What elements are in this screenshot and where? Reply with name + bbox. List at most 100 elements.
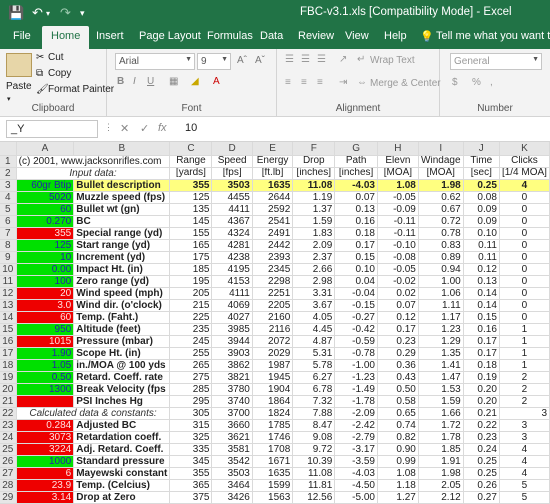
cell-f21[interactable]: 7.32: [292, 395, 336, 408]
cell-g9[interactable]: 0.15: [334, 251, 378, 264]
row-header[interactable]: 21: [0, 395, 17, 408]
row-header[interactable]: 14: [0, 311, 17, 324]
cell-c28[interactable]: 365: [169, 479, 213, 492]
cell-g21[interactable]: -1.78: [334, 395, 378, 408]
column-header-b[interactable]: B: [73, 142, 171, 156]
cell-i24[interactable]: 1.78: [418, 431, 464, 444]
cell-k13[interactable]: 0: [499, 299, 550, 312]
row-header[interactable]: 11: [0, 275, 17, 288]
cell-d12[interactable]: 4111: [211, 287, 253, 300]
cell-j14[interactable]: 0.15: [463, 311, 500, 324]
cell-g19[interactable]: -1.23: [334, 371, 378, 384]
paste-icon[interactable]: [6, 53, 32, 77]
cell-f9[interactable]: 2.37: [292, 251, 336, 264]
cell-j29[interactable]: 0.27: [463, 491, 500, 504]
cell-k21[interactable]: 2: [499, 395, 550, 408]
cell-d21[interactable]: 3740: [211, 395, 253, 408]
cell-j3[interactable]: 0.25: [463, 179, 500, 192]
column-header-h[interactable]: H: [377, 142, 419, 156]
cell-f3[interactable]: 11.08: [292, 179, 336, 192]
cell-a25[interactable]: 3224: [16, 443, 75, 456]
cell-g3[interactable]: -4.03: [334, 179, 378, 192]
cell-h17[interactable]: 0.29: [377, 347, 419, 360]
paste-button[interactable]: Paste: [6, 81, 32, 92]
row-header[interactable]: 12: [0, 287, 17, 300]
cell-a24[interactable]: 3073: [16, 431, 75, 444]
cell-f25[interactable]: 9.72: [292, 443, 336, 456]
cell-j28[interactable]: 0.26: [463, 479, 500, 492]
cell-i11[interactable]: 1.00: [418, 275, 464, 288]
cell-d29[interactable]: 3426: [211, 491, 253, 504]
cell-h11[interactable]: -0.02: [377, 275, 419, 288]
cell-k2[interactable]: [1/4 MOA]: [499, 167, 550, 180]
row-header[interactable]: 19: [0, 371, 17, 384]
cell-c16[interactable]: 245: [169, 335, 213, 348]
cell-a1[interactable]: (c) 2001, www.jacksonrifles.com: [16, 155, 171, 168]
cell-b23[interactable]: Adjusted BC: [73, 419, 171, 432]
cell-f11[interactable]: 2.98: [292, 275, 336, 288]
font-name-select[interactable]: Arial ▼: [115, 53, 195, 70]
cell-g2[interactable]: [inches]: [334, 167, 378, 180]
row-header[interactable]: 26: [0, 455, 17, 468]
cell-d17[interactable]: 3903: [211, 347, 253, 360]
cell-f1[interactable]: Drop: [292, 155, 336, 168]
cell-c23[interactable]: 315: [169, 419, 213, 432]
cell-d20[interactable]: 3780: [211, 383, 253, 396]
cell-h20[interactable]: 0.50: [377, 383, 419, 396]
cell-c6[interactable]: 145: [169, 215, 213, 228]
cell-e20[interactable]: 1904: [252, 383, 294, 396]
cell-e7[interactable]: 2491: [252, 227, 294, 240]
cell-b7[interactable]: Special range (yd): [73, 227, 171, 240]
cell-f27[interactable]: 11.08: [292, 467, 336, 480]
cell-i26[interactable]: 1.91: [418, 455, 464, 468]
fill-color-icon[interactable]: ◢: [191, 76, 199, 87]
cell-h29[interactable]: 1.27: [377, 491, 419, 504]
cell-i25[interactable]: 1.85: [418, 443, 464, 456]
cell-h27[interactable]: 1.08: [377, 467, 419, 480]
cell-k19[interactable]: 2: [499, 371, 550, 384]
cell-f19[interactable]: 6.27: [292, 371, 336, 384]
cell-h25[interactable]: 0.90: [377, 443, 419, 456]
cell-d5[interactable]: 4411: [211, 203, 253, 216]
cell-b4[interactable]: Muzzle speed (fps): [73, 191, 171, 204]
cell-e24[interactable]: 1746: [252, 431, 294, 444]
cell-i7[interactable]: 0.78: [418, 227, 464, 240]
cell-e9[interactable]: 2393: [252, 251, 294, 264]
cell-j20[interactable]: 0.20: [463, 383, 500, 396]
cell-b29[interactable]: Drop at Zero: [73, 491, 171, 504]
cell-d4[interactable]: 4455: [211, 191, 253, 204]
cell-k15[interactable]: 1: [499, 323, 550, 336]
cell-k7[interactable]: 0: [499, 227, 550, 240]
cell-f17[interactable]: 5.31: [292, 347, 336, 360]
cell-h12[interactable]: 0.02: [377, 287, 419, 300]
cell-c2[interactable]: [yards]: [169, 167, 213, 180]
tab-formulas[interactable]: Formulas: [207, 30, 253, 42]
enter-icon[interactable]: ✓: [140, 122, 149, 135]
wrap-text-icon[interactable]: ↵: [357, 54, 365, 65]
cell-f22[interactable]: 7.88: [292, 407, 336, 420]
row-header[interactable]: 1: [0, 155, 17, 168]
cell-a12[interactable]: 20: [16, 287, 75, 300]
align-bottom-icon[interactable]: ☰: [317, 54, 326, 65]
cell-k3[interactable]: 4: [499, 179, 550, 192]
cell-a28[interactable]: 23.9: [16, 479, 75, 492]
paste-dropdown-icon[interactable]: ▾: [7, 95, 11, 103]
cell-h4[interactable]: -0.05: [377, 191, 419, 204]
orientation-icon[interactable]: ↗: [339, 54, 347, 65]
cell-g29[interactable]: -5.00: [334, 491, 378, 504]
cell-d11[interactable]: 4153: [211, 275, 253, 288]
cell-e21[interactable]: 1864: [252, 395, 294, 408]
cell-i29[interactable]: 2.12: [418, 491, 464, 504]
cell-b28[interactable]: Temp. (Celcius): [73, 479, 171, 492]
cell-c8[interactable]: 165: [169, 239, 213, 252]
tab-data[interactable]: Data: [260, 30, 283, 42]
name-box[interactable]: _Y: [6, 120, 98, 138]
cell-a3[interactable]: 60gr Btip: [16, 179, 75, 192]
cell-c10[interactable]: 185: [169, 263, 213, 276]
column-header-d[interactable]: D: [211, 142, 253, 156]
currency-icon[interactable]: $: [452, 77, 458, 88]
cell-g1[interactable]: Path: [334, 155, 378, 168]
cell-j11[interactable]: 0.13: [463, 275, 500, 288]
tab-page-layout[interactable]: Page Layout: [139, 30, 201, 42]
undo-icon[interactable]: ↶: [32, 5, 43, 21]
